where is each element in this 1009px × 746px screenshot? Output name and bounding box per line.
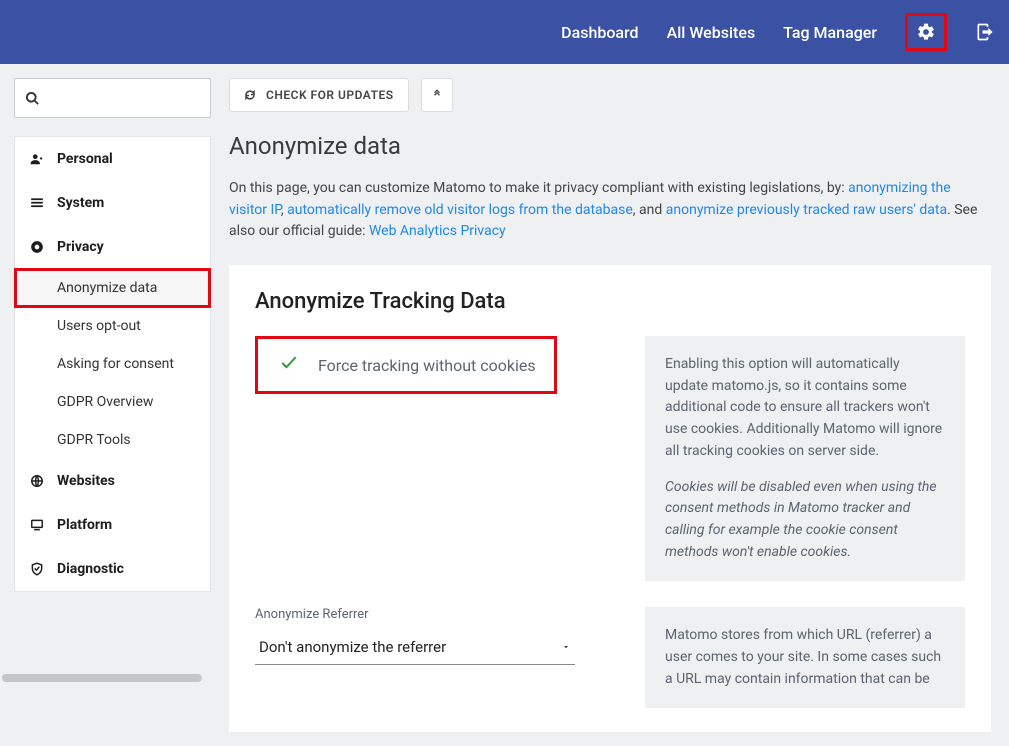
- check-updates-button[interactable]: CHECK FOR UPDATES: [229, 78, 409, 112]
- privacy-icon: [29, 240, 45, 254]
- referrer-value: Don't anonymize the referrer: [259, 638, 446, 656]
- sidebar-section-system[interactable]: System: [15, 181, 210, 225]
- card-title: Anonymize Tracking Data: [255, 289, 965, 314]
- sidebar-item-gdpr-overview[interactable]: GDPR Overview: [15, 383, 210, 421]
- referrer-field-label: Anonymize Referrer: [255, 607, 623, 622]
- sidebar-label: Personal: [57, 151, 113, 167]
- sidebar-label: Websites: [57, 473, 115, 489]
- anonymize-card: Anonymize Tracking Data Force tracking w…: [229, 265, 991, 732]
- sidebar-item-anonymize-data[interactable]: Anonymize data: [15, 269, 210, 307]
- sidebar-section-platform[interactable]: Platform: [15, 503, 210, 547]
- help-referrer: Matomo stores from which URL (referrer) …: [645, 607, 965, 708]
- main-content: CHECK FOR UPDATES Anonymize data On this…: [225, 64, 1009, 746]
- sidebar-item-users-opt-out[interactable]: Users opt-out: [15, 307, 210, 345]
- globe-icon: [29, 474, 45, 488]
- sidebar-section-diagnostic[interactable]: Diagnostic: [15, 547, 210, 591]
- shield-icon: [29, 562, 45, 576]
- check-icon: [276, 353, 302, 377]
- sidebar-section-personal[interactable]: Personal: [15, 137, 210, 181]
- system-icon: [29, 196, 45, 210]
- search-input[interactable]: [14, 78, 211, 118]
- user-icon: [29, 152, 45, 166]
- check-updates-label: CHECK FOR UPDATES: [266, 88, 394, 102]
- nav-tag-manager[interactable]: Tag Manager: [783, 23, 877, 42]
- sidebar-label: Platform: [57, 517, 112, 533]
- gear-icon: [916, 22, 936, 42]
- force-tracking-checkbox[interactable]: Force tracking without cookies: [255, 336, 557, 394]
- nav-all-websites[interactable]: All Websites: [667, 23, 756, 42]
- logout-button[interactable]: [975, 22, 995, 42]
- sidebar-item-asking-consent[interactable]: Asking for consent: [15, 345, 210, 383]
- platform-icon: [29, 518, 45, 532]
- topbar-nav: Dashboard All Websites Tag Manager: [561, 13, 995, 51]
- link-remove-logs[interactable]: automatically remove old visitor logs fr…: [287, 202, 633, 218]
- nav-dashboard[interactable]: Dashboard: [561, 23, 638, 42]
- settings-button[interactable]: [905, 13, 947, 51]
- caret-down-icon: [561, 642, 571, 652]
- topbar: Dashboard All Websites Tag Manager: [0, 0, 1009, 64]
- link-anonymize-raw[interactable]: anonymize previously tracked raw users' …: [666, 202, 947, 218]
- sidebar-label: Privacy: [57, 239, 104, 255]
- sidebar-label: System: [57, 195, 104, 211]
- collapse-button[interactable]: [421, 78, 453, 112]
- force-tracking-label: Force tracking without cookies: [318, 356, 536, 375]
- help-force-tracking: Enabling this option will automatically …: [645, 336, 965, 581]
- logout-icon: [975, 22, 995, 42]
- sidebar-section-websites[interactable]: Websites: [15, 459, 210, 503]
- page-title: Anonymize data: [229, 132, 991, 160]
- search-icon: [25, 91, 40, 106]
- sidebar-label: Diagnostic: [57, 561, 124, 577]
- chevron-up-double-icon: [432, 89, 442, 99]
- sidebar-panel: Personal System Privacy Anonymize data U…: [14, 136, 211, 592]
- refresh-icon: [244, 89, 256, 101]
- referrer-select[interactable]: Don't anonymize the referrer: [255, 630, 575, 665]
- link-privacy-guide[interactable]: Web Analytics Privacy: [369, 223, 506, 239]
- sidebar: Personal System Privacy Anonymize data U…: [0, 64, 225, 746]
- horizontal-scrollbar[interactable]: [2, 674, 202, 682]
- sidebar-item-gdpr-tools[interactable]: GDPR Tools: [15, 421, 210, 459]
- page-intro: On this page, you can customize Matomo t…: [229, 178, 991, 243]
- sidebar-section-privacy[interactable]: Privacy: [15, 225, 210, 269]
